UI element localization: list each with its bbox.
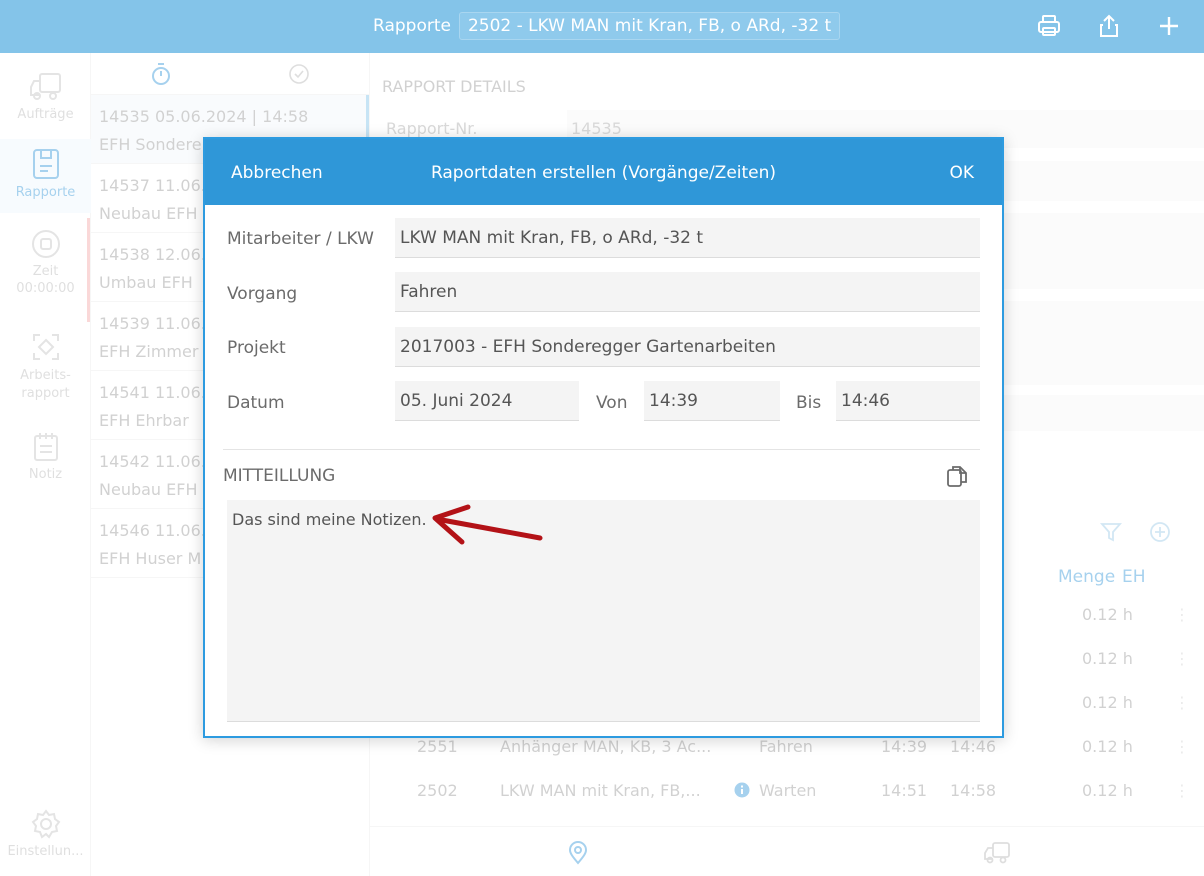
truck-icon[interactable] bbox=[983, 841, 1011, 865]
scan-icon bbox=[32, 334, 59, 360]
vehicle-selector[interactable]: 2502 - LKW MAN mit Kran, FB, o ARd, -32 … bbox=[458, 12, 841, 40]
clipboard-icon bbox=[32, 149, 59, 179]
create-report-dialog: Abbrechen Raportdaten erstellen (Vorgäng… bbox=[203, 137, 1004, 738]
record-icon bbox=[31, 230, 60, 258]
side-nav: Aufträge Rapporte Zeit 00:00:00 Arbeits-… bbox=[0, 53, 91, 876]
rapport-nr-value: 14535 bbox=[571, 119, 622, 138]
row-menu-icon[interactable]: ⋮ bbox=[1174, 649, 1190, 668]
overdue-marker bbox=[87, 218, 90, 322]
timer-value: 00:00:00 bbox=[16, 281, 75, 296]
bis-label: Bis bbox=[796, 393, 822, 413]
annotation-arrow bbox=[432, 504, 543, 545]
row-menu-icon[interactable]: ⋮ bbox=[1174, 605, 1190, 624]
row-menge: 0.12 h bbox=[1082, 693, 1133, 712]
vorgang-field[interactable]: Fahren bbox=[395, 272, 980, 312]
von-field[interactable]: 14:39 bbox=[644, 381, 780, 421]
copy-icon[interactable] bbox=[945, 463, 969, 489]
check-circle-icon[interactable] bbox=[288, 63, 310, 85]
rapport-nr-label: Rapport-Nr. bbox=[386, 119, 478, 138]
share-icon[interactable] bbox=[1095, 12, 1123, 40]
page-title: Rapporte bbox=[373, 16, 451, 36]
nav-item-rapporte[interactable]: Rapporte bbox=[0, 139, 91, 213]
nav-label-notiz: Notiz bbox=[28, 467, 63, 482]
stopwatch-icon[interactable] bbox=[150, 62, 172, 86]
column-header-eh[interactable]: EH bbox=[1122, 567, 1146, 587]
mitteilung-label: MITTEILLUNG bbox=[223, 466, 336, 486]
dialog-header: Abbrechen Raportdaten erstellen (Vorgäng… bbox=[205, 139, 1002, 205]
projekt-field[interactable]: 2017003 - EFH Sonderegger Gartenarbeiten bbox=[395, 327, 980, 367]
mitarbeiter-field[interactable]: LKW MAN mit Kran, FB, o ARd, -32 t bbox=[395, 218, 980, 258]
nav-item-arbeitsrapport[interactable]: Arbeits-rapport bbox=[0, 331, 91, 415]
table-row[interactable]: 2502 LKW MAN mit Kran, FB,... Warten 14:… bbox=[370, 769, 1204, 813]
nav-item-zeit[interactable]: Zeit 00:00:00 bbox=[0, 228, 91, 318]
mitarbeiter-label: Mitarbeiter / LKW bbox=[227, 229, 374, 249]
row-bis: 14:58 bbox=[950, 781, 997, 800]
von-label: Von bbox=[596, 393, 628, 413]
projekt-label: Projekt bbox=[227, 338, 286, 358]
row-menge: 0.12 h bbox=[1082, 605, 1133, 624]
detail-field[interactable] bbox=[990, 161, 1204, 201]
nav-label-rapporte: Rapporte bbox=[15, 185, 76, 200]
row-menu-icon[interactable]: ⋮ bbox=[1174, 781, 1190, 800]
row-vorgang: Fahren bbox=[759, 737, 813, 756]
nav-label-zeit: Zeit bbox=[32, 264, 59, 279]
row-bis: 14:46 bbox=[950, 737, 997, 756]
dialog-title: Raportdaten erstellen (Vorgänge/Zeiten) bbox=[430, 163, 777, 183]
filter-icon[interactable] bbox=[1099, 520, 1123, 544]
add-circle-icon[interactable] bbox=[1148, 520, 1172, 544]
row-name: Anhänger MAN, KB, 3 Ac... bbox=[500, 737, 712, 756]
row-menge: 0.12 h bbox=[1082, 781, 1133, 800]
notes-textarea[interactable]: Das sind meine Notizen. bbox=[227, 500, 980, 722]
plus-icon[interactable] bbox=[1155, 12, 1183, 40]
detail-heading: RAPPORT DETAILS bbox=[382, 77, 526, 96]
detail-field[interactable] bbox=[990, 301, 1204, 385]
detail-field[interactable] bbox=[990, 213, 1204, 289]
datum-field[interactable]: 05. Juni 2024 bbox=[395, 381, 579, 421]
row-vorgang: Warten bbox=[759, 781, 817, 800]
row-von: 14:39 bbox=[881, 737, 928, 756]
location-pin-icon[interactable] bbox=[567, 841, 589, 865]
column-header-menge[interactable]: Menge bbox=[1058, 567, 1115, 587]
row-menu-icon[interactable]: ⋮ bbox=[1174, 693, 1190, 712]
truck-icon bbox=[29, 73, 61, 100]
list-item-title: 14535 05.06.2024 | 14:58 bbox=[99, 107, 309, 126]
selected-marker bbox=[366, 95, 369, 141]
nav-label-arbeitsrapport: Arbeits-rapport bbox=[20, 368, 71, 401]
ok-button[interactable]: OK bbox=[949, 163, 974, 183]
row-nr: 2502 bbox=[417, 781, 458, 800]
row-menge: 0.12 h bbox=[1082, 737, 1133, 756]
gear-icon bbox=[31, 809, 60, 839]
datum-label: Datum bbox=[227, 393, 285, 413]
row-name: LKW MAN mit Kran, FB,... bbox=[500, 781, 701, 800]
bottom-tab-bar bbox=[370, 826, 1204, 876]
row-nr: 2551 bbox=[417, 737, 458, 756]
list-header bbox=[91, 53, 369, 95]
info-icon[interactable] bbox=[734, 782, 750, 798]
row-menge: 0.12 h bbox=[1082, 649, 1133, 668]
nav-item-settings[interactable]: Einstellun... bbox=[0, 808, 91, 868]
note-icon bbox=[33, 433, 58, 461]
nav-item-notiz[interactable]: Notiz bbox=[0, 431, 91, 491]
vorgang-label: Vorgang bbox=[227, 284, 298, 304]
nav-item-auftraege[interactable]: Aufträge bbox=[0, 71, 91, 133]
nav-label-settings: Einstellun... bbox=[7, 844, 84, 859]
title-wrap: Rapporte 2502 - LKW MAN mit Kran, FB, o … bbox=[373, 11, 841, 41]
detail-field[interactable] bbox=[990, 395, 1204, 431]
top-bar: Rapporte 2502 - LKW MAN mit Kran, FB, o … bbox=[0, 0, 1204, 53]
bis-field[interactable]: 14:46 bbox=[836, 381, 980, 421]
printer-icon[interactable] bbox=[1035, 12, 1063, 40]
nav-label-auftraege: Aufträge bbox=[17, 107, 74, 122]
row-menu-icon[interactable]: ⋮ bbox=[1174, 737, 1190, 756]
divider bbox=[223, 449, 980, 450]
row-von: 14:51 bbox=[881, 781, 928, 800]
